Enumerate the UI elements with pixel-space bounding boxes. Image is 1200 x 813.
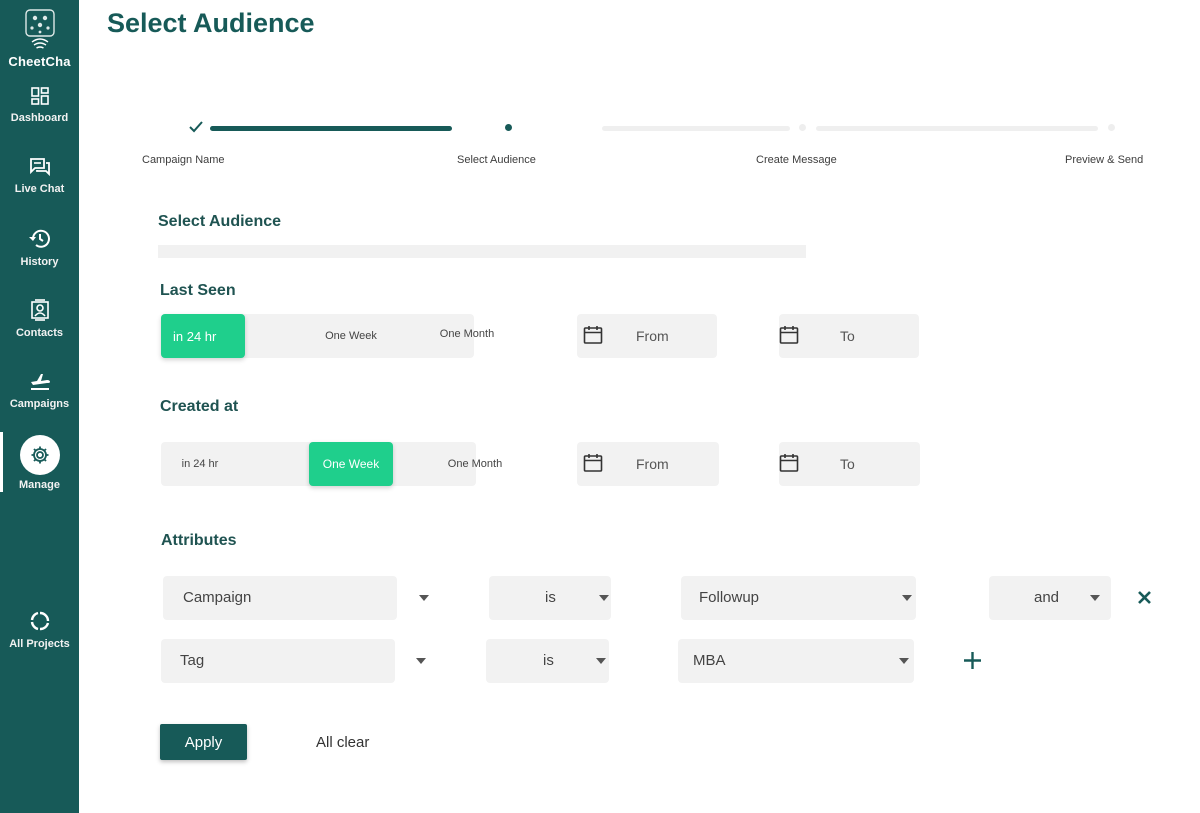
attributes-title: Attributes — [161, 532, 237, 549]
gear-icon — [30, 445, 50, 465]
step-progress-done — [210, 126, 452, 131]
created-at-option-24hr[interactable]: in 24 hr — [161, 442, 239, 486]
attribute-conjunction-select[interactable]: and — [989, 576, 1111, 620]
sidebar-item-label: Dashboard — [10, 112, 69, 124]
page-title: Select Audience — [107, 8, 315, 38]
step-label-create-message[interactable]: Create Message — [756, 154, 837, 166]
step-progress-pending — [816, 126, 1098, 131]
sidebar-item-label: Manage — [19, 479, 60, 491]
select-value: is — [543, 652, 554, 669]
to-placeholder: To — [840, 456, 855, 472]
attribute-value-select[interactable]: Followup — [681, 576, 916, 620]
last-seen-from-field[interactable]: From — [577, 314, 717, 358]
calendar-icon — [779, 325, 799, 350]
step-label-preview-send[interactable]: Preview & Send — [1065, 154, 1143, 166]
calendar-icon — [583, 325, 603, 350]
sidebar-item-label: Live Chat — [14, 183, 65, 195]
step-dot-pending — [799, 124, 806, 131]
attribute-field-select[interactable]: Tag — [161, 639, 395, 683]
all-clear-link[interactable]: All clear — [316, 734, 369, 751]
attribute-operator-select[interactable]: is — [486, 639, 609, 683]
last-seen-option-week[interactable]: One Week — [301, 314, 401, 358]
last-seen-option-24hr[interactable]: in 24 hr — [161, 314, 245, 358]
check-icon — [188, 120, 204, 139]
created-at-from-field[interactable]: From — [577, 442, 719, 486]
step-dot-current — [505, 124, 512, 131]
created-at-option-week[interactable]: One Week — [309, 442, 393, 486]
calendar-icon — [779, 453, 799, 478]
select-value: is — [545, 589, 556, 606]
sidebar-item-manage[interactable]: Manage — [0, 435, 79, 491]
sidebar-item-label: Campaigns — [9, 398, 70, 410]
sidebar: CheetCha Dashboard Live Chat History Con… — [0, 0, 79, 813]
history-icon — [0, 228, 79, 250]
select-value: Campaign — [183, 589, 252, 606]
dashboard-icon — [0, 86, 79, 106]
chevron-down-icon — [596, 658, 606, 664]
sidebar-item-all-projects[interactable]: All Projects — [0, 610, 79, 650]
chevron-down-icon[interactable] — [419, 595, 429, 601]
audience-title: Select Audience — [158, 213, 282, 230]
from-placeholder: From — [636, 328, 669, 344]
campaigns-icon — [0, 372, 79, 392]
select-value: Tag — [180, 652, 205, 669]
sidebar-item-label: All Projects — [9, 638, 70, 650]
step-label-select-audience[interactable]: Select Audience — [457, 154, 536, 166]
to-placeholder: To — [840, 328, 855, 344]
attribute-operator-select[interactable]: is — [489, 576, 611, 620]
refresh-icon — [0, 610, 79, 632]
audience-placeholder-bar — [158, 245, 806, 258]
chat-icon — [0, 157, 79, 177]
last-seen-title: Last Seen — [160, 282, 236, 299]
sidebar-item-label: History — [20, 256, 59, 268]
last-seen-option-month[interactable]: One Month — [423, 312, 511, 356]
contacts-icon — [0, 299, 79, 321]
last-seen-segmented-control: in 24 hr One Week One Month — [161, 314, 494, 358]
sidebar-item-contacts[interactable]: Contacts — [0, 299, 79, 339]
sidebar-item-label: Contacts — [15, 327, 64, 339]
apply-button[interactable]: Apply — [160, 724, 247, 760]
sidebar-item-campaigns[interactable]: Campaigns — [0, 372, 79, 410]
attribute-field-select[interactable]: Campaign — [163, 576, 397, 620]
chevron-down-icon[interactable] — [416, 658, 426, 664]
sidebar-item-history[interactable]: History — [0, 228, 79, 268]
plus-icon[interactable] — [963, 651, 982, 675]
chevron-down-icon — [1090, 595, 1100, 601]
attribute-value-select[interactable]: MBA — [678, 639, 914, 683]
close-icon[interactable] — [1137, 590, 1152, 610]
created-at-title: Created at — [160, 398, 239, 415]
chevron-down-icon — [899, 658, 909, 664]
created-at-option-month[interactable]: One Month — [431, 442, 519, 486]
step-dot-pending — [1108, 124, 1115, 131]
app-logo[interactable]: CheetCha — [0, 8, 79, 69]
calendar-icon — [583, 453, 603, 478]
app-name: CheetCha — [8, 54, 71, 69]
chevron-down-icon — [902, 595, 912, 601]
cheetah-logo-icon — [23, 8, 57, 49]
step-label-campaign-name[interactable]: Campaign Name — [142, 154, 225, 166]
last-seen-to-field[interactable]: To — [779, 314, 919, 358]
from-placeholder: From — [636, 456, 669, 472]
created-at-segmented-control: in 24 hr One Week One Month — [161, 442, 502, 486]
sidebar-item-dashboard[interactable]: Dashboard — [0, 86, 79, 124]
select-value: MBA — [693, 652, 726, 669]
chevron-down-icon — [599, 595, 609, 601]
created-at-to-field[interactable]: To — [779, 442, 920, 486]
select-value: and — [1034, 589, 1060, 606]
select-value: Followup — [699, 589, 760, 606]
sidebar-item-live-chat[interactable]: Live Chat — [0, 157, 79, 195]
step-progress-pending — [602, 126, 790, 131]
